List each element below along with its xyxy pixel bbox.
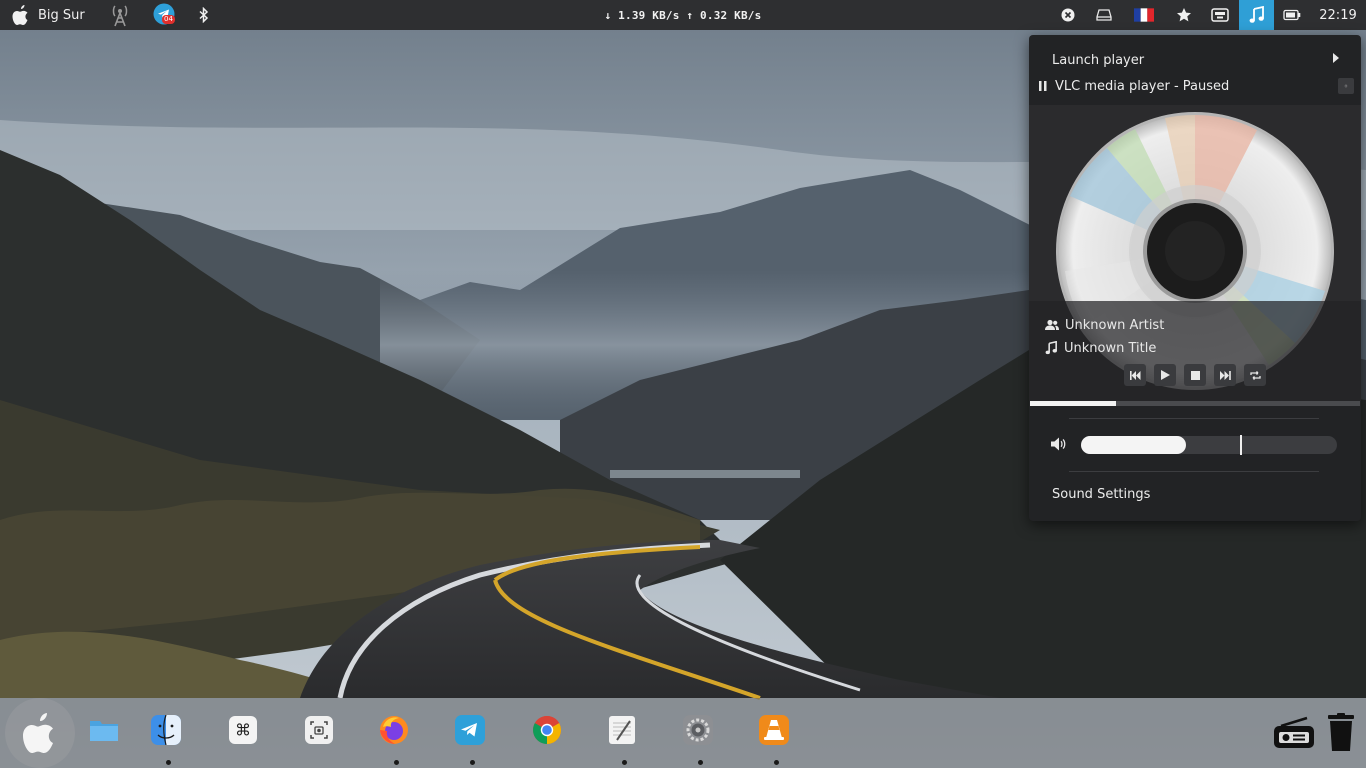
clock[interactable]: 22:19 xyxy=(1316,0,1360,30)
folder-icon xyxy=(90,721,118,741)
telegram-icon xyxy=(455,715,485,745)
dock-trash[interactable] xyxy=(1326,713,1356,753)
apple-icon[interactable] xyxy=(8,0,34,30)
volume-row xyxy=(1029,431,1361,459)
pause-icon xyxy=(1039,81,1047,91)
dock: ⌘ xyxy=(0,698,1366,768)
keyboard-icon[interactable] xyxy=(1208,0,1232,30)
running-indicator xyxy=(698,760,703,765)
playback-controls xyxy=(1124,364,1266,386)
speaker-icon[interactable] xyxy=(1051,437,1067,451)
stop-button[interactable] xyxy=(1184,364,1206,386)
sound-settings-item[interactable]: Sound Settings xyxy=(1052,487,1150,502)
artist-icon xyxy=(1045,319,1059,330)
track-title: Unknown Title xyxy=(1064,340,1157,356)
playback-progress-fill xyxy=(1030,401,1116,406)
player-title: VLC media player - Paused xyxy=(1055,79,1230,94)
finder-icon xyxy=(151,715,181,745)
screenshot-icon xyxy=(305,716,333,744)
dock-telegram[interactable] xyxy=(455,715,485,745)
star-icon[interactable] xyxy=(1172,0,1196,30)
dock-radio[interactable] xyxy=(1273,716,1315,750)
separator xyxy=(1069,471,1319,472)
top-panel: Big Sur 04 ↓ 1.39 KB/s ↑ 0.32 KB/s 22:19 xyxy=(0,0,1366,30)
dock-vlc[interactable] xyxy=(759,715,789,745)
text-editor-icon xyxy=(609,716,635,744)
dock-command[interactable]: ⌘ xyxy=(228,715,258,745)
artist-name: Unknown Artist xyxy=(1065,317,1165,333)
trash-icon xyxy=(1328,713,1354,751)
repeat-icon xyxy=(1249,370,1261,380)
playback-progress[interactable] xyxy=(1030,401,1360,406)
volume-slider-fill xyxy=(1081,436,1186,454)
french-flag-icon[interactable] xyxy=(1131,0,1157,30)
bluetooth-icon[interactable] xyxy=(196,0,212,30)
vlc-icon xyxy=(759,715,789,745)
close-circle-icon[interactable] xyxy=(1056,0,1080,30)
next-button[interactable] xyxy=(1214,364,1236,386)
apple-icon xyxy=(23,713,53,753)
dock-apple-launcher[interactable] xyxy=(5,698,75,768)
network-speed-text: ↓ 1.39 KB/s ↑ 0.32 KB/s xyxy=(604,8,762,22)
running-indicator xyxy=(166,760,171,765)
firefox-icon xyxy=(380,716,408,744)
telegram-icon[interactable]: 04 xyxy=(152,0,178,30)
running-indicator xyxy=(394,760,399,765)
dock-finder[interactable] xyxy=(151,715,181,745)
repeat-button[interactable] xyxy=(1244,364,1266,386)
dock-system-preferences[interactable] xyxy=(683,715,713,745)
clock-text: 22:19 xyxy=(1319,7,1357,23)
gear-icon xyxy=(683,715,713,745)
running-indicator xyxy=(470,760,475,765)
artist-line: Unknown Artist xyxy=(1045,316,1164,334)
title-line: Unknown Title xyxy=(1045,339,1156,357)
menu-title[interactable]: Big Sur xyxy=(38,0,85,30)
chrome-icon xyxy=(533,716,561,744)
music-note-small-icon xyxy=(1045,341,1057,355)
previous-button[interactable] xyxy=(1124,364,1146,386)
radio-icon xyxy=(1274,716,1314,748)
close-player-glyph: ◦ xyxy=(1343,81,1349,91)
separator xyxy=(1069,418,1319,419)
chevron-right-icon xyxy=(1333,53,1339,63)
launch-player-label: Launch player xyxy=(1052,52,1145,68)
sound-menu-popup: Launch player VLC media player - Paused … xyxy=(1029,35,1361,521)
play-icon xyxy=(1160,370,1170,380)
play-button[interactable] xyxy=(1154,364,1176,386)
telegram-badge: 04 xyxy=(162,15,175,24)
battery-icon[interactable] xyxy=(1280,0,1304,30)
dock-screenshot[interactable] xyxy=(304,715,334,745)
dock-files[interactable] xyxy=(89,715,119,745)
previous-icon xyxy=(1129,370,1140,380)
next-icon xyxy=(1219,370,1231,380)
dock-chrome[interactable] xyxy=(532,715,562,745)
command-key-icon: ⌘ xyxy=(229,716,257,744)
launch-player-item[interactable]: Launch player xyxy=(1029,47,1361,73)
close-player-button[interactable]: ◦ xyxy=(1338,78,1354,94)
running-indicator xyxy=(622,760,627,765)
player-header: VLC media player - Paused ◦ xyxy=(1029,75,1361,99)
volume-max-marker xyxy=(1239,435,1242,455)
running-indicator xyxy=(774,760,779,765)
stop-icon xyxy=(1190,370,1200,380)
network-speed[interactable]: ↓ 1.39 KB/s ↑ 0.32 KB/s xyxy=(500,0,866,30)
volume-slider[interactable] xyxy=(1081,435,1337,455)
svg-text:⌘: ⌘ xyxy=(235,721,251,740)
drive-icon[interactable] xyxy=(1092,0,1116,30)
dock-firefox[interactable] xyxy=(379,715,409,745)
antenna-icon[interactable] xyxy=(108,0,132,30)
dock-text-editor[interactable] xyxy=(607,715,637,745)
music-note-icon[interactable] xyxy=(1239,0,1274,30)
